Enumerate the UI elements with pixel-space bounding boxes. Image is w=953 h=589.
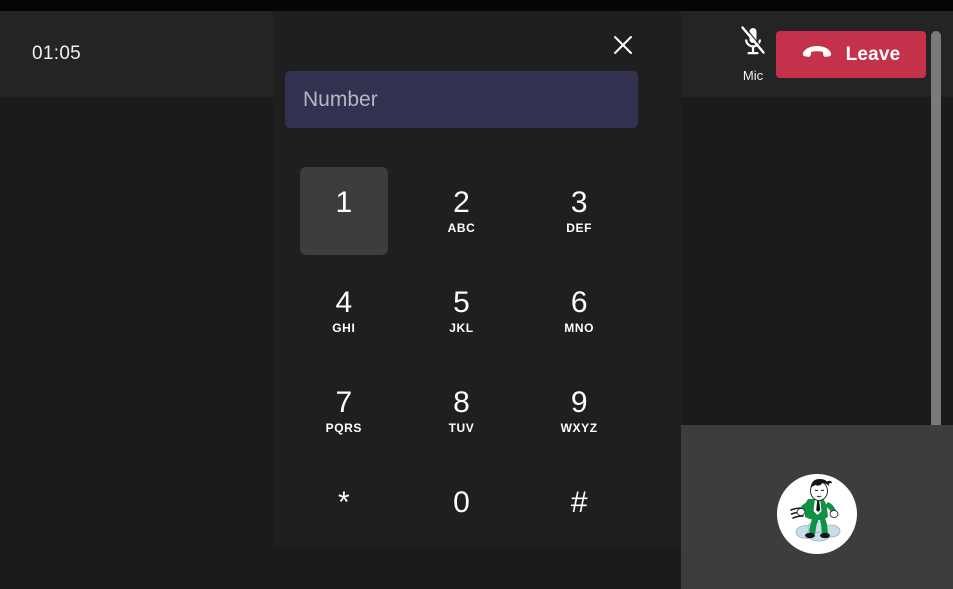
meeting-window: 01:05 Mic Leave Number 1 2 ABC 3 DEF 4 G…: [0, 0, 953, 589]
leave-label: Leave: [845, 43, 901, 65]
keypad-key-5[interactable]: 5 JKL: [403, 261, 521, 361]
keypad: 1 2 ABC 3 DEF 4 GHI 5 JKL 6 MNO 7 PQRS 8…: [285, 161, 638, 561]
participant-video-tile[interactable]: [681, 425, 953, 589]
toolbar-left: 01:05: [0, 11, 273, 97]
number-input[interactable]: [285, 71, 638, 128]
keypad-key-9[interactable]: 9 WXYZ: [520, 361, 638, 461]
avatar: [777, 474, 857, 554]
hangup-phone-icon: [802, 44, 832, 65]
key-letters: DEF: [566, 220, 593, 235]
keypad-key-0[interactable]: 0: [403, 461, 521, 561]
cartoon-man-on-cloud-avatar-icon: [779, 474, 855, 554]
call-timer: 01:05: [32, 43, 82, 64]
key-letters: WXYZ: [560, 420, 598, 435]
keypad-key-1[interactable]: 1: [285, 161, 403, 261]
leave-button[interactable]: Leave: [776, 31, 926, 78]
keypad-key-star[interactable]: *: [285, 461, 403, 561]
window-top-strip: [0, 0, 953, 11]
dialpad-panel: 1 2 ABC 3 DEF 4 GHI: [273, 11, 941, 548]
keypad-key-8[interactable]: 8 TUV: [403, 361, 521, 461]
toolbar-right: Mic Leave: [681, 11, 953, 97]
key-letters: MNO: [564, 320, 595, 335]
mic-toggle-button[interactable]: Mic: [723, 25, 783, 83]
key-letters: ABC: [447, 220, 476, 235]
key-digit: 1: [335, 186, 353, 220]
key-digit: 9: [570, 386, 588, 420]
key-letters: TUV: [448, 420, 475, 435]
keypad-key-3[interactable]: 3 DEF: [520, 161, 638, 261]
keypad-key-7[interactable]: 7 PQRS: [285, 361, 403, 461]
key-letters: PQRS: [325, 420, 363, 435]
key-digit: 6: [570, 286, 588, 320]
close-dialpad-button[interactable]: [607, 31, 639, 63]
key-digit: 0: [453, 486, 470, 520]
key-digit: 3: [570, 186, 588, 220]
key-digit: 2: [453, 186, 470, 220]
key-digit: 7: [335, 386, 353, 420]
keypad-key-6[interactable]: 6 MNO: [520, 261, 638, 361]
key-letters: JKL: [449, 320, 474, 335]
microphone-muted-icon: [738, 25, 768, 64]
key-digit: 4: [335, 286, 353, 320]
key-digit: 5: [453, 286, 470, 320]
mic-label: Mic: [742, 68, 764, 83]
keypad-key-2[interactable]: 2 ABC: [403, 161, 521, 261]
key-digit: #: [570, 486, 588, 520]
keypad-key-hash[interactable]: #: [520, 461, 638, 561]
key-letters: GHI: [332, 320, 356, 335]
key-digit: 8: [453, 386, 470, 420]
keypad-key-4[interactable]: 4 GHI: [285, 261, 403, 361]
key-digit: *: [337, 486, 350, 520]
close-icon: [612, 34, 634, 61]
